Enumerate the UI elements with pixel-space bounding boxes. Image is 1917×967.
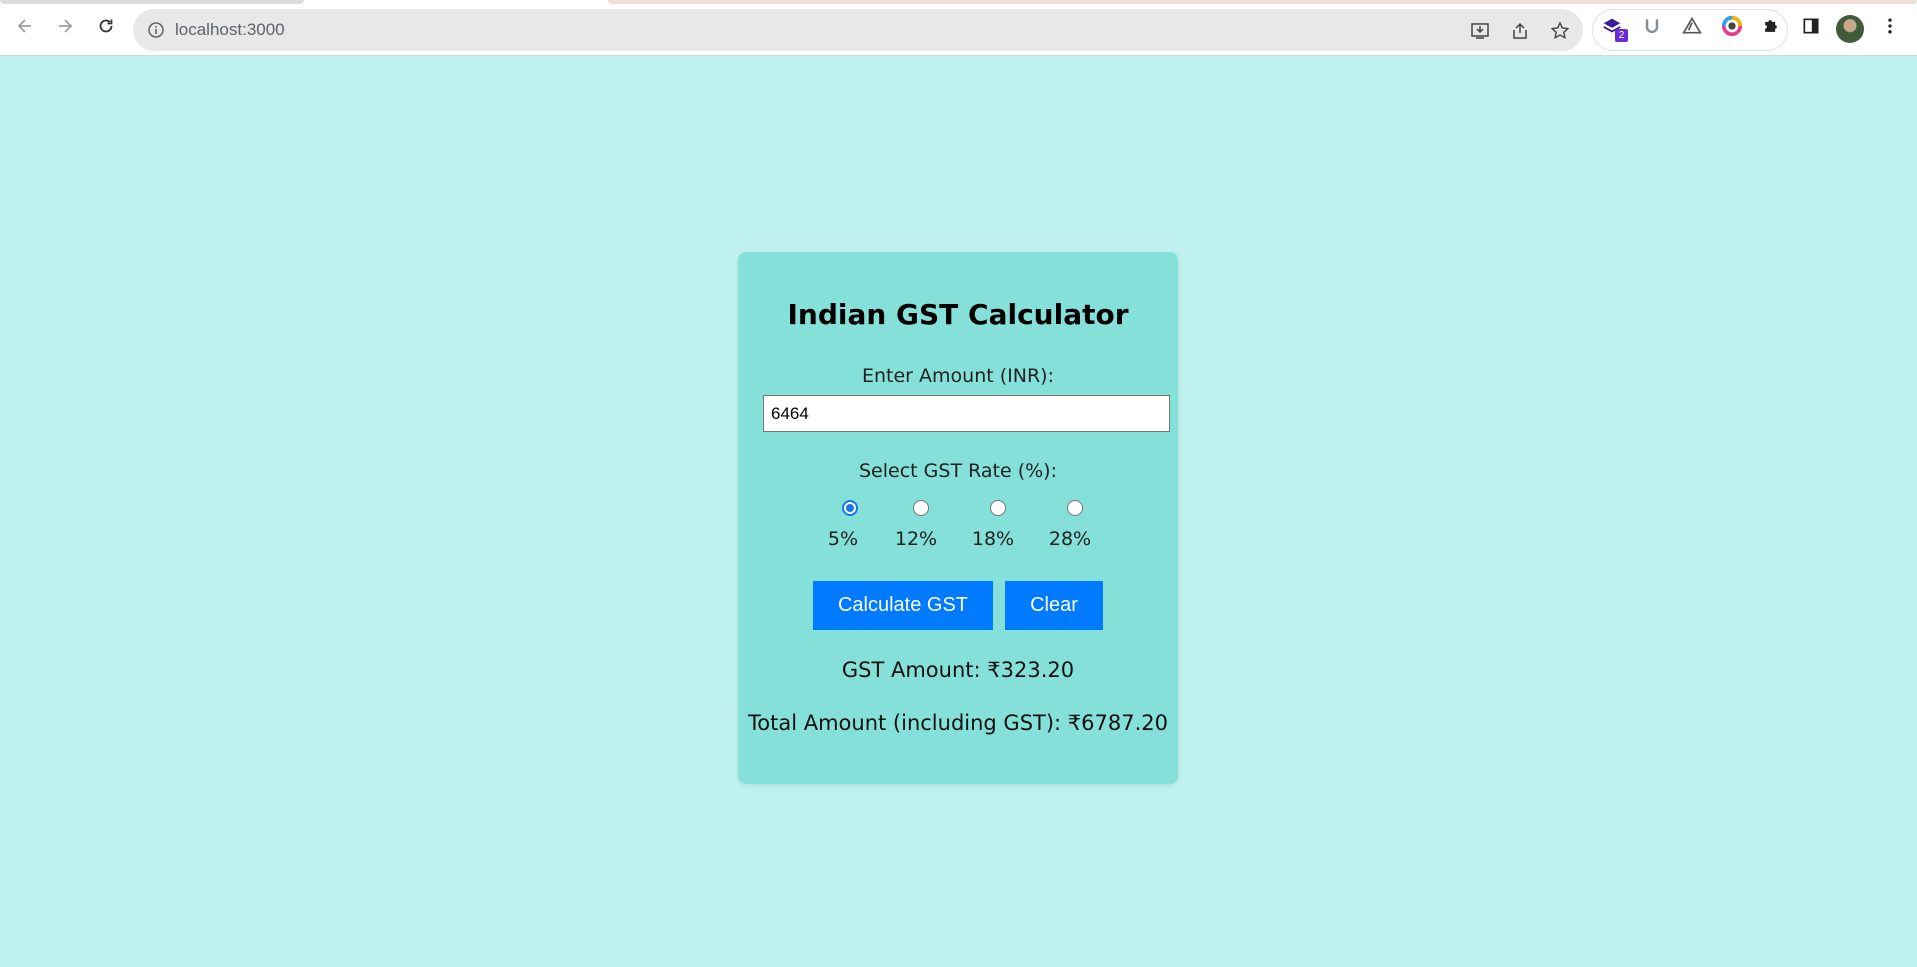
share-icon[interactable] [1510, 21, 1530, 41]
bookmark-star-icon[interactable] [1550, 21, 1570, 41]
rate-18-label[interactable]: 18% [963, 528, 1023, 550]
forward-button[interactable] [52, 13, 78, 39]
rate-5-radio[interactable] [842, 500, 858, 516]
calculate-gst-button[interactable]: Calculate GST [813, 581, 993, 630]
arrow-right-icon [59, 19, 73, 33]
rate-18-radio[interactable] [990, 500, 1006, 516]
rate-28-label[interactable]: 28% [1040, 528, 1100, 550]
extension-triangle-icon[interactable] [1680, 14, 1704, 38]
reload-icon [99, 19, 113, 33]
extensions-puzzle-icon[interactable] [1759, 14, 1783, 38]
total-amount-result: Total Amount (including GST): ₹6787.20 [748, 711, 1168, 735]
address-bar[interactable]: localhost:3000 [133, 9, 1583, 51]
clear-button[interactable]: Clear [1005, 581, 1103, 630]
install-app-icon[interactable] [1470, 21, 1490, 41]
extension-u-icon[interactable] [1640, 14, 1664, 38]
amount-label: Enter Amount (INR): [862, 365, 1054, 387]
kebab-menu-icon[interactable] [1878, 14, 1902, 38]
info-icon[interactable] [147, 21, 165, 39]
page-title: Indian GST Calculator [787, 298, 1129, 331]
rate-12-label[interactable]: 12% [886, 528, 946, 550]
side-panel-icon[interactable] [1799, 14, 1823, 38]
extension-badge: 2 [1615, 29, 1628, 42]
extension-stack-icon[interactable]: 2 [1600, 14, 1628, 42]
reload-button[interactable] [93, 13, 119, 39]
rate-12-radio[interactable] [913, 500, 929, 516]
rate-5-label[interactable]: 5% [813, 528, 873, 550]
gst-calculator-card: Indian GST Calculator Enter Amount (INR)… [738, 252, 1178, 784]
tab-active[interactable] [0, 0, 304, 4]
arrow-left-icon [17, 19, 31, 33]
gst-amount-result: GST Amount: ₹323.20 [841, 658, 1075, 682]
profile-avatar[interactable] [1836, 15, 1864, 43]
tab-inactive[interactable] [608, 0, 1917, 4]
url-text[interactable]: localhost:3000 [175, 20, 285, 40]
browser-toolbar: localhost:3000 2 [0, 0, 1917, 56]
tab-strip [0, 0, 1917, 4]
gst-rate-label: Select GST Rate (%): [859, 460, 1057, 482]
rate-28-radio[interactable] [1067, 500, 1083, 516]
extension-color-ring-icon[interactable] [1720, 14, 1744, 38]
back-button[interactable] [12, 13, 38, 39]
amount-input[interactable] [763, 395, 1170, 432]
